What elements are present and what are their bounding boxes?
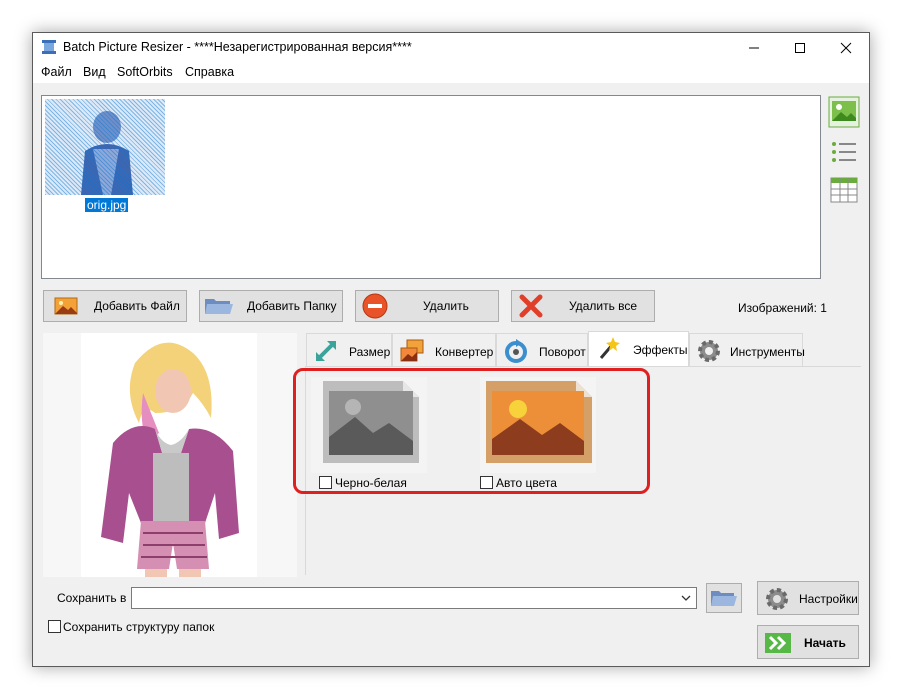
thumbnail-image	[45, 99, 165, 195]
tab-size-label: Размер	[349, 345, 391, 359]
thumbnail-caption: orig.jpg	[85, 198, 129, 212]
tab-rotate[interactable]: Поворот	[496, 333, 588, 366]
delete-all-x-icon	[519, 294, 543, 318]
gear-icon	[698, 340, 720, 362]
chevron-down-icon	[681, 595, 691, 601]
tab-tools-label: Инструменты	[730, 345, 805, 359]
start-button[interactable]: Начать	[757, 625, 859, 659]
save-in-combobox[interactable]	[131, 587, 697, 609]
settings-gear-icon	[766, 588, 788, 610]
minimize-icon	[749, 47, 759, 49]
menu-help[interactable]: Справка	[185, 65, 234, 79]
settings-button[interactable]: Настройки	[757, 581, 859, 615]
magic-wand-icon	[599, 337, 620, 359]
app-icon	[42, 40, 56, 54]
maximize-icon	[795, 43, 805, 53]
tab-effects[interactable]: Эффекты	[588, 331, 689, 366]
browse-folder-icon	[711, 591, 737, 606]
delete-all-button[interactable]: Удалить все	[511, 290, 655, 322]
title-bar: Batch Picture Resizer - ****Незарегистри…	[33, 33, 869, 63]
window-title: Batch Picture Resizer - ****Незарегистри…	[63, 40, 412, 54]
tab-size[interactable]: Размер	[306, 333, 392, 366]
close-icon	[840, 42, 852, 54]
tab-effects-label: Эффекты	[633, 343, 688, 357]
menu-file[interactable]: Файл	[41, 65, 72, 79]
delete-button[interactable]: Удалить	[355, 290, 499, 322]
rotate-icon	[505, 339, 527, 363]
tab-rotate-label: Поворот	[539, 345, 586, 359]
file-list[interactable]: orig.jpg	[41, 95, 821, 279]
table-view-icon[interactable]	[828, 174, 860, 206]
tab-converter[interactable]: Конвертер	[392, 333, 496, 366]
save-in-label: Сохранить в	[57, 591, 127, 605]
browse-folder-button[interactable]	[706, 583, 742, 613]
delete-circle-icon	[362, 293, 388, 319]
delete-all-label: Удалить все	[569, 299, 638, 313]
add-folder-label: Добавить Папку	[247, 299, 337, 313]
app-window: Batch Picture Resizer - ****Незарегистри…	[32, 32, 870, 667]
add-file-label: Добавить Файл	[94, 299, 180, 313]
image-count: Изображений: 1	[738, 301, 827, 315]
tab-converter-label: Конвертер	[435, 345, 494, 359]
image-preview	[43, 333, 297, 577]
start-label: Начать	[804, 636, 846, 650]
delete-label: Удалить	[423, 299, 469, 313]
list-view-icon[interactable]	[828, 136, 860, 168]
menu-view[interactable]: Вид	[83, 65, 106, 79]
maximize-button[interactable]	[777, 33, 823, 63]
add-file-image-icon	[54, 297, 78, 315]
folder-icon	[205, 299, 233, 314]
close-button[interactable]	[823, 33, 869, 63]
keep-structure-checkbox[interactable]	[48, 620, 61, 633]
thumbnail-view-icon[interactable]	[828, 96, 860, 128]
menu-bar: Файл Вид SoftOrbits Справка	[33, 63, 869, 83]
add-file-button[interactable]: Добавить Файл	[43, 290, 187, 322]
start-arrow-icon	[765, 633, 791, 653]
add-folder-button[interactable]: Добавить Папку	[199, 290, 343, 322]
keep-structure-label: Сохранить структуру папок	[63, 620, 215, 634]
minimize-button[interactable]	[731, 33, 777, 63]
resize-arrows-icon	[316, 341, 336, 361]
menu-softorbits[interactable]: SoftOrbits	[117, 65, 173, 79]
converter-icon	[400, 339, 424, 362]
settings-label: Настройки	[799, 592, 858, 606]
effects-highlight-frame	[293, 368, 650, 494]
tab-tools[interactable]: Инструменты	[689, 333, 805, 366]
